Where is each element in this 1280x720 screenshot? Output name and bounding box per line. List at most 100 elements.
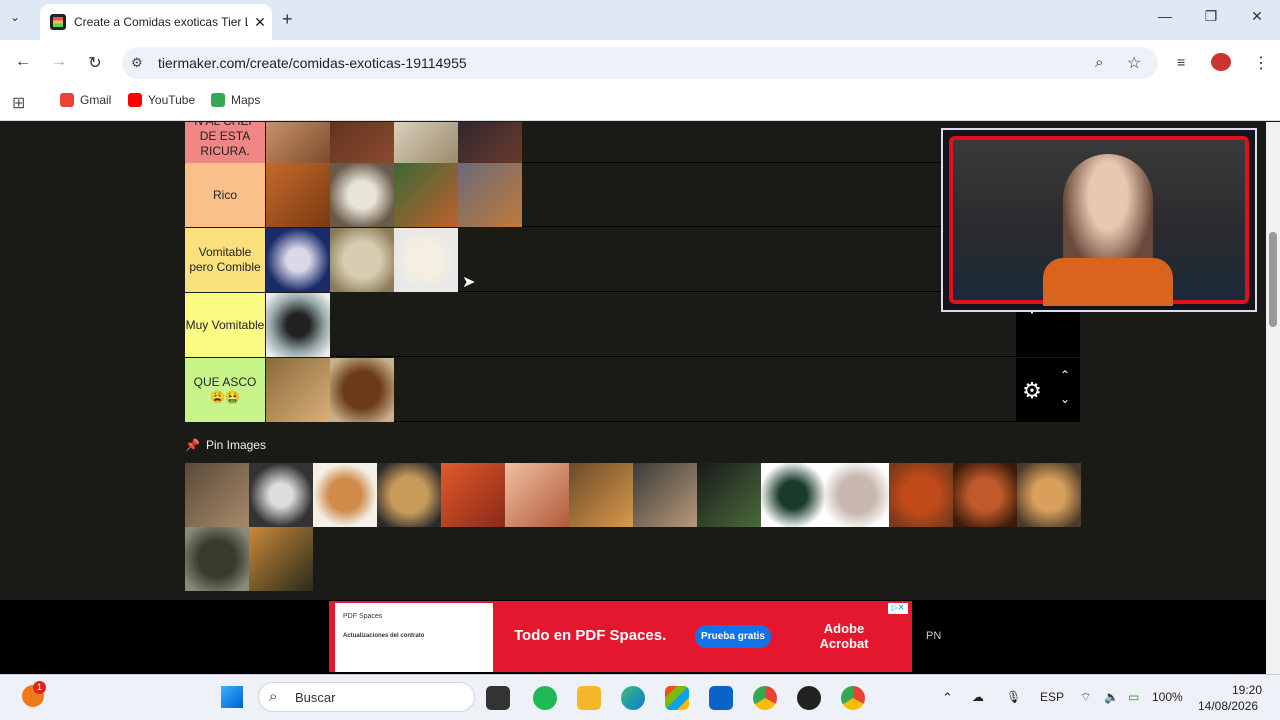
- tier-label[interactable]: N AL CHEF DE ESTA RICURA.: [185, 122, 265, 163]
- pool-food-thumbnail[interactable]: [441, 463, 505, 527]
- search-placeholder: Buscar: [295, 690, 336, 705]
- pool-food-thumbnail[interactable]: [889, 463, 953, 527]
- food-thumbnail[interactable]: [330, 228, 394, 292]
- food-thumbnail[interactable]: [394, 163, 458, 227]
- pool-food-thumbnail[interactable]: [825, 463, 889, 527]
- close-window-icon[interactable]: ✕: [1242, 8, 1272, 25]
- ad-cta-button[interactable]: Prueba gratis: [695, 625, 771, 648]
- pool-food-thumbnail[interactable]: [185, 527, 249, 591]
- food-thumbnail[interactable]: [458, 122, 522, 163]
- wifi-icon[interactable]: ⌔: [1080, 690, 1091, 705]
- new-tab-button[interactable]: +: [282, 9, 293, 30]
- language-indicator[interactable]: ESP: [1040, 690, 1064, 704]
- close-tab-icon[interactable]: ✕: [248, 14, 272, 31]
- notification-badge: 1: [33, 681, 46, 694]
- reload-icon[interactable]: ↻: [83, 53, 107, 73]
- pool-food-thumbnail[interactable]: [953, 463, 1017, 527]
- bookmark-label: Gmail: [80, 93, 112, 107]
- food-thumbnail[interactable]: [266, 293, 330, 357]
- tier-label[interactable]: Muy Vomitable: [185, 293, 265, 357]
- mail-icon[interactable]: [709, 686, 733, 710]
- obs-icon[interactable]: [797, 686, 821, 710]
- edge-icon[interactable]: [621, 686, 645, 710]
- spotify-icon[interactable]: [533, 686, 557, 710]
- maps-icon: [211, 93, 225, 107]
- youtube-icon: [128, 93, 142, 107]
- tray-chevron-icon[interactable]: ⌃: [942, 690, 953, 706]
- food-thumbnail[interactable]: [394, 122, 458, 163]
- tab-title: Create a Comidas exoticas Tier List: [74, 15, 248, 29]
- search-icon: ⌕: [269, 688, 278, 705]
- menu-icon[interactable]: ⋮: [1253, 53, 1269, 73]
- store-icon[interactable]: [665, 686, 689, 710]
- webcam-overlay: [941, 128, 1257, 312]
- food-thumbnail[interactable]: [330, 122, 394, 163]
- clock-date[interactable]: 14/08/2026: [1198, 699, 1258, 713]
- food-thumbnail[interactable]: [458, 163, 522, 227]
- pool-food-thumbnail[interactable]: [505, 463, 569, 527]
- pool-food-thumbnail[interactable]: [313, 463, 377, 527]
- scrollbar-thumb[interactable]: [1269, 232, 1277, 327]
- url-text[interactable]: tiermaker.com/create/comidas-exoticas-19…: [158, 55, 467, 71]
- tier-label[interactable]: Rico: [185, 163, 265, 227]
- profile-avatar[interactable]: [1211, 53, 1231, 71]
- advertisement[interactable]: PDF Spaces Actualizaciones del contrato …: [329, 601, 912, 672]
- pool-food-thumbnail[interactable]: [569, 463, 633, 527]
- tier-controls: ⚙ ⌃ ⌄: [1016, 358, 1080, 422]
- bookmark-star-icon[interactable]: ☆: [1127, 53, 1141, 73]
- chrome-active-icon[interactable]: [841, 686, 865, 710]
- file-explorer-icon[interactable]: [577, 686, 601, 710]
- zoom-icon[interactable]: ⌕: [1095, 54, 1103, 71]
- tab-strip: ⌄ Create a Comidas exoticas Tier List ✕ …: [0, 0, 1280, 40]
- bookmark-youtube[interactable]: YouTube: [128, 93, 195, 107]
- pool-food-thumbnail[interactable]: [697, 463, 761, 527]
- chevron-down-icon[interactable]: ⌄: [1056, 392, 1074, 406]
- pool-food-thumbnail[interactable]: [633, 463, 697, 527]
- food-thumbnail[interactable]: [330, 163, 394, 227]
- food-thumbnail[interactable]: [266, 122, 330, 163]
- restore-icon[interactable]: ❐: [1196, 8, 1226, 25]
- pool-food-thumbnail[interactable]: [377, 463, 441, 527]
- food-thumbnail[interactable]: [266, 228, 330, 292]
- page-scrollbar[interactable]: [1266, 122, 1280, 674]
- tab-search-chevron-icon[interactable]: ⌄: [10, 10, 20, 24]
- task-view-icon[interactable]: [486, 686, 510, 710]
- pool-food-thumbnail[interactable]: [185, 463, 249, 527]
- forward-icon[interactable]: →: [47, 53, 71, 71]
- pool-food-thumbnail[interactable]: [761, 463, 825, 527]
- microphone-icon[interactable]: 🎙: [1006, 690, 1021, 704]
- browser-tab[interactable]: Create a Comidas exoticas Tier List ✕: [40, 4, 272, 40]
- windows-start-icon[interactable]: [221, 686, 243, 708]
- pool-food-thumbnail[interactable]: [1017, 463, 1081, 527]
- pin-images-header[interactable]: 📌 Pin Images: [185, 438, 266, 452]
- bookmark-maps[interactable]: Maps: [211, 93, 260, 107]
- chevron-up-icon[interactable]: ⌃: [1056, 368, 1074, 382]
- media-icon[interactable]: ≡: [1177, 54, 1185, 70]
- food-thumbnail[interactable]: [266, 358, 330, 422]
- food-thumbnail[interactable]: [394, 228, 458, 292]
- bookmark-gmail[interactable]: Gmail: [60, 93, 111, 107]
- minimize-icon[interactable]: —: [1150, 8, 1180, 24]
- food-thumbnail[interactable]: [266, 163, 330, 227]
- onedrive-icon[interactable]: ☁: [972, 690, 984, 704]
- ad-brand: PDF Spaces: [343, 613, 383, 620]
- ad-doc-title: Actualizaciones del contrato: [343, 633, 425, 639]
- chrome-icon[interactable]: [753, 686, 777, 710]
- pool-food-thumbnail[interactable]: [249, 463, 313, 527]
- volume-icon[interactable]: 🔈: [1104, 690, 1119, 704]
- taskbar-search[interactable]: ⌕ Buscar: [258, 682, 475, 712]
- back-icon[interactable]: ←: [11, 53, 35, 71]
- apps-grid-icon[interactable]: ⊞: [12, 93, 25, 113]
- webcam-frame: [949, 136, 1249, 306]
- tier-label[interactable]: Vomitable pero Comible: [185, 228, 265, 292]
- battery-icon[interactable]: ▭: [1128, 690, 1139, 704]
- site-info-icon[interactable]: ⚙: [131, 55, 143, 71]
- settings-gear-icon[interactable]: ⚙: [1020, 378, 1044, 404]
- tier-row-d: QUE ASCO 😩🤮 ⚙ ⌃ ⌄: [185, 358, 1080, 422]
- tier-label[interactable]: QUE ASCO 😩🤮: [185, 358, 265, 422]
- food-thumbnail[interactable]: [330, 358, 394, 422]
- side-label: PN: [926, 630, 942, 642]
- ad-choices-icon[interactable]: ▷✕: [888, 603, 908, 614]
- clock-time[interactable]: 19:20: [1232, 683, 1262, 697]
- pool-food-thumbnail[interactable]: [249, 527, 313, 591]
